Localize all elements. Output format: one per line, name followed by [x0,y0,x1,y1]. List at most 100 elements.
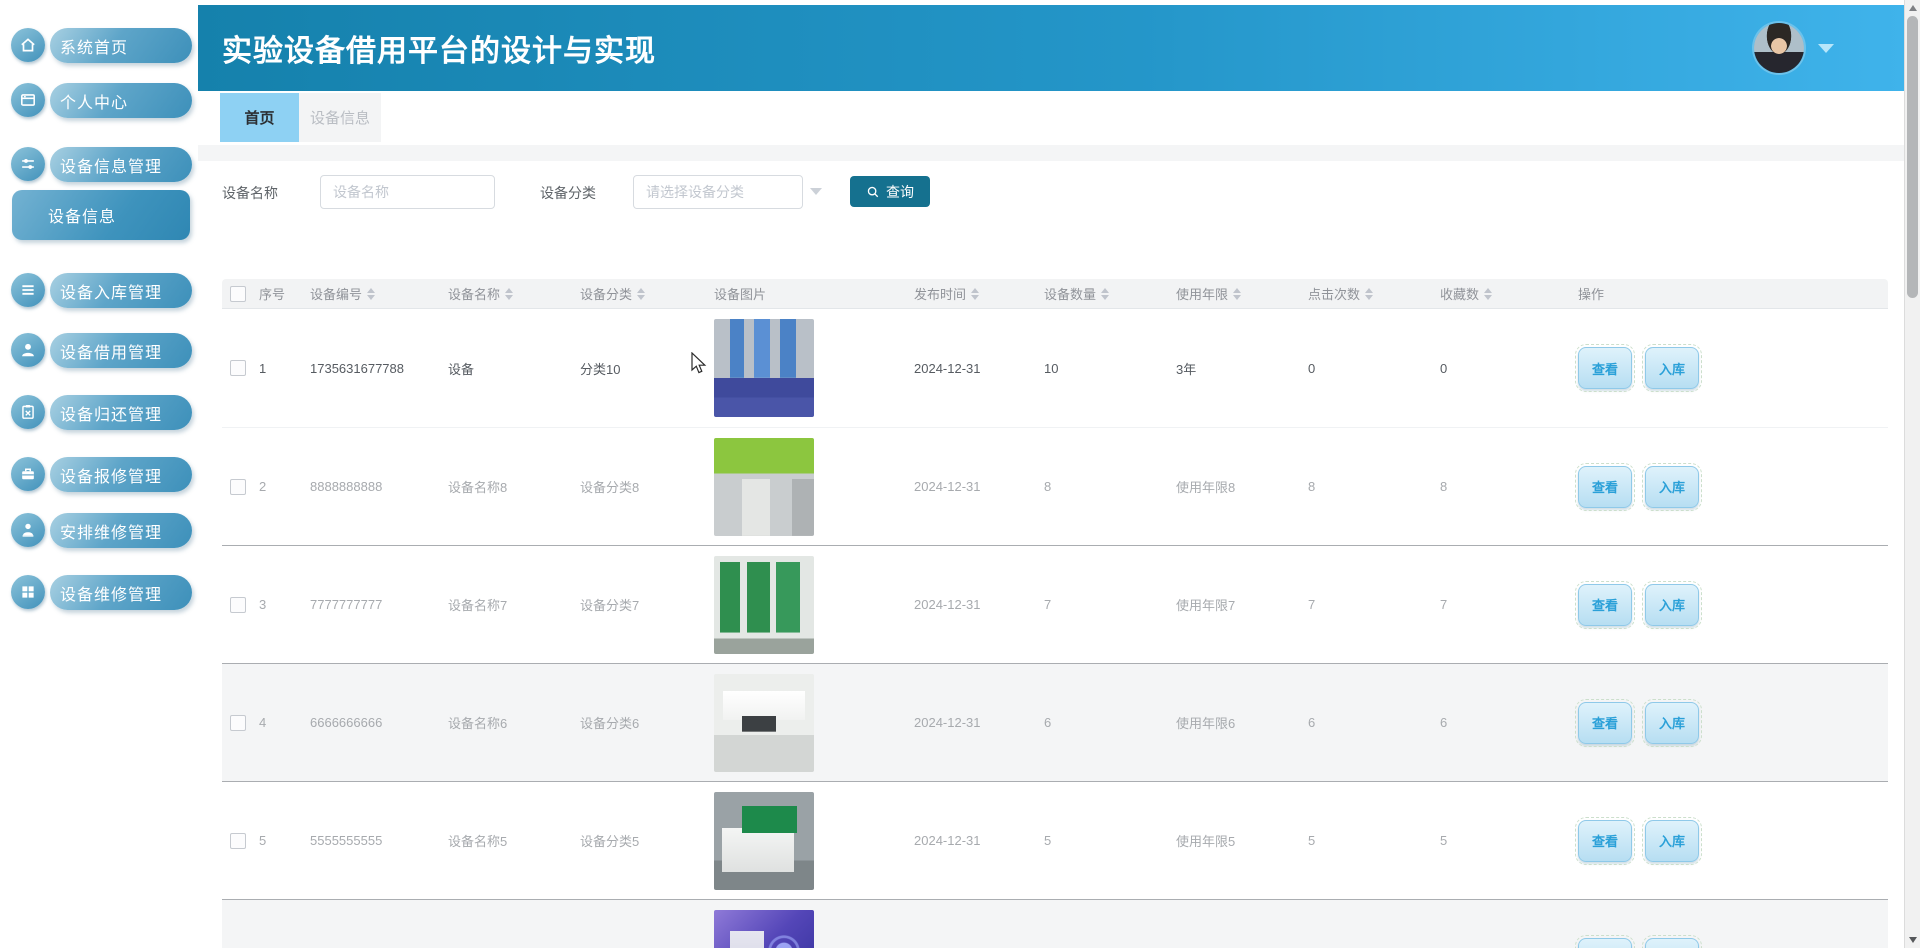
sort-desc-icon[interactable] [367,295,375,300]
row-checkbox[interactable] [230,597,246,613]
tab-home[interactable]: 首页 [220,93,299,142]
sidebar-item[interactable]: 设备报修管理 [50,457,192,492]
cell-publish: 2024-12-31 [912,833,1042,848]
view-button[interactable]: 查看 [1578,347,1632,389]
view-button[interactable]: 查看 [1578,702,1632,744]
select-all-checkbox[interactable] [230,286,246,302]
column-header-index: 序号 [246,284,306,303]
user-menu[interactable] [1754,5,1834,91]
sort-desc-icon[interactable] [971,295,979,300]
scroll-down-icon[interactable] [1909,937,1917,943]
cell-value: 0 [1440,361,1447,376]
sidebar-item-label: 设备报修管理 [60,463,162,487]
inbound-button[interactable]: 入库 [1645,938,1699,948]
equipment-image[interactable] [714,438,814,536]
sort-icons[interactable] [637,288,645,300]
sidebar-item-label: 设备信息 [48,203,116,227]
cell-value: 7777777777 [310,597,382,612]
sort-asc-icon[interactable] [1484,288,1492,293]
view-button[interactable]: 查看 [1578,466,1632,508]
equipment-image[interactable] [714,910,814,948]
sort-asc-icon[interactable] [1365,288,1373,293]
sidebar-item[interactable]: 系统首页 [50,28,192,63]
sort-icons[interactable] [1365,288,1373,300]
sort-desc-icon[interactable] [1484,295,1492,300]
scrollbar[interactable] [1904,0,1920,948]
sort-icons[interactable] [367,288,375,300]
sort-icons[interactable] [1484,288,1492,300]
row-checkbox[interactable] [230,833,246,849]
column-header-favorites[interactable]: 收藏数 [1438,284,1570,303]
sort-asc-icon[interactable] [637,288,645,293]
sort-asc-icon[interactable] [1233,288,1241,293]
sidebar-item[interactable]: 设备信息管理 [50,147,192,182]
cell-value: 3年 [1176,359,1196,378]
cell-ops: 查看入库 [1570,466,1888,508]
equipment-image[interactable] [714,319,814,417]
sidebar-item[interactable]: 个人中心 [50,83,192,118]
sort-desc-icon[interactable] [1365,295,1373,300]
cell-ops: 查看入库 [1570,347,1888,389]
sort-icons[interactable] [505,288,513,300]
cell-value: 6 [1308,715,1315,730]
row-checkbox[interactable] [230,715,246,731]
cell-category: 设备分类6 [578,713,712,732]
tab-device-info[interactable]: 设备信息 [299,93,381,142]
chevron-down-icon[interactable] [1818,44,1834,53]
column-header-publish[interactable]: 发布时间 [912,284,1042,303]
cell-value: 5 [1308,833,1315,848]
column-header-name[interactable]: 设备名称 [446,284,578,303]
sort-asc-icon[interactable] [505,288,513,293]
sidebar-item-label: 设备入库管理 [60,279,162,303]
chevron-down-icon[interactable] [810,188,822,195]
sidebar-item[interactable]: 设备借用管理 [50,333,192,368]
cell-value: 使用年限8 [1176,477,1235,496]
column-label: 点击次数 [1308,284,1360,303]
column-header-category[interactable]: 设备分类 [578,284,712,303]
sort-icons[interactable] [971,288,979,300]
inbound-button[interactable]: 入库 [1645,584,1699,626]
view-button[interactable]: 查看 [1578,584,1632,626]
equipment-image[interactable] [714,792,814,890]
sidebar-subitem-active[interactable]: 设备信息 [12,190,190,240]
inbound-button[interactable]: 入库 [1645,347,1699,389]
sidebar-item[interactable]: 设备维修管理 [50,575,192,610]
avatar[interactable] [1754,23,1804,73]
sort-desc-icon[interactable] [637,295,645,300]
sidebar-item[interactable]: 安排维修管理 [50,513,192,548]
query-button[interactable]: 查询 [850,176,930,207]
cell-value: 使用年限5 [1176,831,1235,850]
inbound-button[interactable]: 入库 [1645,466,1699,508]
view-button[interactable]: 查看 [1578,820,1632,862]
cell-publish: 2024-12-31 [912,715,1042,730]
sort-asc-icon[interactable] [971,288,979,293]
equipment-image[interactable] [714,674,814,772]
sort-desc-icon[interactable] [505,295,513,300]
sidebar-item[interactable]: 设备归还管理 [50,395,192,430]
row-checkbox[interactable] [230,360,246,376]
scrollbar-thumb[interactable] [1907,16,1918,298]
cell-image [712,792,912,890]
sort-asc-icon[interactable] [367,288,375,293]
equipment-image[interactable] [714,556,814,654]
device-category-select[interactable]: 请选择设备分类 [633,175,803,209]
column-header-lifespan[interactable]: 使用年限 [1174,284,1306,303]
sidebar-item-label: 系统首页 [60,34,128,58]
sort-icons[interactable] [1101,288,1109,300]
column-header-clicks[interactable]: 点击次数 [1306,284,1438,303]
device-name-input[interactable] [320,175,495,209]
scroll-up-icon[interactable] [1909,5,1917,11]
sort-icons[interactable] [1233,288,1241,300]
view-button[interactable]: 查看 [1578,938,1632,948]
inbound-button[interactable]: 入库 [1645,702,1699,744]
sort-asc-icon[interactable] [1101,288,1109,293]
cell-value: 2024-12-31 [914,597,981,612]
row-checkbox[interactable] [230,479,246,495]
sidebar-item[interactable]: 设备入库管理 [50,273,192,308]
inbound-button[interactable]: 入库 [1645,820,1699,862]
cell-value: 5 [1044,833,1051,848]
sort-desc-icon[interactable] [1101,295,1109,300]
column-header-quantity[interactable]: 设备数量 [1042,284,1174,303]
column-header-code[interactable]: 设备编号 [306,284,446,303]
sort-desc-icon[interactable] [1233,295,1241,300]
